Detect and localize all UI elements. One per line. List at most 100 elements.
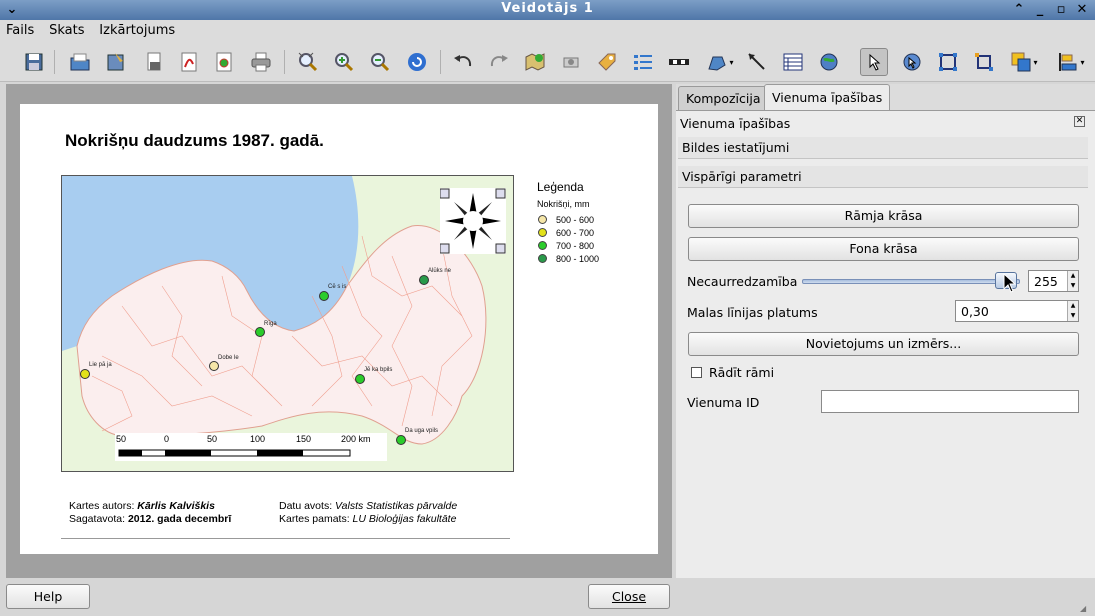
legend-item: 600 - 700 <box>537 226 599 239</box>
print-icon[interactable] <box>247 48 275 76</box>
section-picture-settings[interactable]: Bildes iestatījumi <box>678 137 1088 159</box>
map-frame[interactable]: Alūks ne Cē s is Rīga Dobe le Lie pā ja … <box>61 175 514 472</box>
open-template-icon[interactable] <box>66 48 94 76</box>
city-dot-jekabpils <box>355 374 365 384</box>
item-id-input[interactable] <box>821 390 1079 413</box>
move-content-icon[interactable] <box>898 48 926 76</box>
raise-icon[interactable]: ▾ <box>1006 48 1042 76</box>
scale-label: 200 km <box>341 434 371 444</box>
section-general-options[interactable]: Vispārīgi parametri <box>678 166 1088 188</box>
shade-icon[interactable]: ⌃ <box>1010 2 1028 18</box>
add-label-icon[interactable] <box>593 48 621 76</box>
menu-skats[interactable]: Skats <box>43 20 89 38</box>
help-button[interactable]: Help <box>6 584 90 609</box>
zoom-in-icon[interactable] <box>330 48 358 76</box>
legend-title: Leģenda <box>537 180 584 194</box>
city-label-aluksne: Alūks ne <box>428 268 452 274</box>
show-frame-checkbox[interactable] <box>691 367 702 378</box>
zoom-out-icon[interactable] <box>366 48 394 76</box>
city-dot-riga <box>255 327 265 337</box>
properties-panel: Kompozīcija Vienuma īpašības Vienuma īpa… <box>676 84 1095 578</box>
add-html-icon[interactable] <box>815 48 843 76</box>
scale-label: 50 <box>207 434 218 444</box>
mouse-cursor-icon <box>1003 273 1017 293</box>
scale-label: 150 <box>296 434 312 444</box>
tab-kompozicija[interactable]: Kompozīcija <box>678 86 769 110</box>
save-template-icon[interactable] <box>102 48 130 76</box>
export-image-icon[interactable] <box>140 48 168 76</box>
city-label-jekabpils: Jē ka bpils <box>364 367 393 373</box>
menu-izkartojums[interactable]: Izkārtojums <box>93 20 180 38</box>
menu-bar: Fails Skats Izkārtojums <box>0 20 1095 42</box>
align-icon[interactable]: ▾ <box>1054 48 1088 76</box>
legend-item: 700 - 800 <box>537 239 599 252</box>
tab-item-properties[interactable]: Vienuma īpašības <box>764 84 891 111</box>
redo-icon[interactable] <box>485 48 513 76</box>
add-arrow-icon[interactable] <box>743 48 771 76</box>
add-shape-icon[interactable]: ▾ <box>703 48 737 76</box>
add-table-icon[interactable] <box>779 48 807 76</box>
item-properties-body: Vienuma īpašības ✕ Bildes iestatījumi Vi… <box>676 110 1095 578</box>
save-icon[interactable] <box>20 48 48 76</box>
scale-bar[interactable]: 50 0 50 100 150 200 km <box>115 433 387 461</box>
opacity-slider[interactable] <box>802 279 1020 284</box>
spinner-arrows-icon[interactable]: ▲ ▼ <box>1067 271 1078 291</box>
paper: Nokrišņu daudzums 1987. gadā. Alūks ne C… <box>20 104 658 554</box>
scale-label: 50 <box>116 434 127 444</box>
scale-label: 100 <box>250 434 266 444</box>
undo-icon[interactable] <box>449 48 477 76</box>
city-label-daugavpils: Da uga vpils <box>405 428 439 434</box>
city-label-liepaja: Lie pā ja <box>89 362 112 368</box>
city-dot-aluksne <box>419 275 429 285</box>
north-arrow[interactable] <box>440 188 506 254</box>
scale-label: 0 <box>164 434 170 444</box>
background-color-button[interactable]: Fona krāsa <box>688 237 1079 261</box>
map-title[interactable]: Nokrišņu daudzums 1987. gadā. <box>65 131 324 151</box>
panel-header: Vienuma īpašības <box>680 116 791 131</box>
menu-fails[interactable]: Fails <box>0 20 39 38</box>
opacity-label: Necaurredzamība <box>687 274 798 289</box>
city-dot-liepaja <box>80 369 90 379</box>
add-map-icon[interactable] <box>521 48 549 76</box>
opacity-spinbox[interactable]: 255 ▲ ▼ <box>1028 270 1079 292</box>
footer-divider <box>61 538 510 539</box>
city-dot-cesis <box>319 291 329 301</box>
outline-width-spinbox[interactable]: 0,30 ▲ ▼ <box>955 300 1079 322</box>
select-move-icon[interactable] <box>860 48 888 76</box>
add-image-icon[interactable] <box>557 48 585 76</box>
export-svg-icon[interactable] <box>210 48 238 76</box>
minimize-icon[interactable]: _ <box>1031 2 1049 18</box>
city-dot-dobele <box>209 361 219 371</box>
frame-color-button[interactable]: Rāmja krāsa <box>688 204 1079 228</box>
city-dot-daugavpils <box>396 435 406 445</box>
show-frame-label: Rādīt rāmi <box>709 365 775 380</box>
title-bar: ⌄ Veidotājs 1 ⌃ _ ▫ ✕ <box>0 0 1095 20</box>
credits-right[interactable]: Datu avots: Valsts Statistikas pārvalde … <box>279 500 457 526</box>
composer-canvas[interactable]: Nokrišņu daudzums 1987. gadā. Alūks ne C… <box>6 84 672 578</box>
add-legend-icon[interactable] <box>629 48 657 76</box>
credits-left[interactable]: Kartes autors: Kārlis Kalviškis Sagatavo… <box>69 500 231 526</box>
legend-subtitle: Nokrišņi, mm <box>537 199 590 209</box>
ungroup-icon[interactable] <box>970 48 998 76</box>
add-scalebar-icon[interactable] <box>665 48 693 76</box>
city-label-riga: Rīga <box>264 321 277 327</box>
spinner-arrows-icon[interactable]: ▲ ▼ <box>1067 301 1078 321</box>
legend-item: 500 - 600 <box>537 213 599 226</box>
group-icon[interactable] <box>934 48 962 76</box>
compass-rose-icon <box>440 188 506 254</box>
close-panel-icon[interactable]: ✕ <box>1074 116 1085 127</box>
resize-grip-icon[interactable]: ◢ <box>1080 604 1092 614</box>
window-title: Veidotājs 1 <box>501 1 594 16</box>
close-button[interactable]: Close <box>588 584 670 609</box>
zoom-full-icon[interactable] <box>294 48 322 76</box>
export-pdf-icon[interactable] <box>175 48 203 76</box>
close-window-icon[interactable]: ✕ <box>1073 2 1091 18</box>
position-size-button[interactable]: Novietojums un izmērs... <box>688 332 1079 356</box>
outline-width-label: Malas līnijas platums <box>687 305 818 320</box>
refresh-icon[interactable] <box>403 48 431 76</box>
legend-item: 800 - 1000 <box>537 252 599 265</box>
toolbar: ▾ ▾ ▾ <box>0 42 1095 82</box>
maximize-icon[interactable]: ▫ <box>1052 2 1070 18</box>
item-id-label: Vienuma ID <box>687 395 760 410</box>
legend[interactable]: Leģenda Nokrišņi, mm 500 - 600 600 - 700… <box>537 180 599 265</box>
